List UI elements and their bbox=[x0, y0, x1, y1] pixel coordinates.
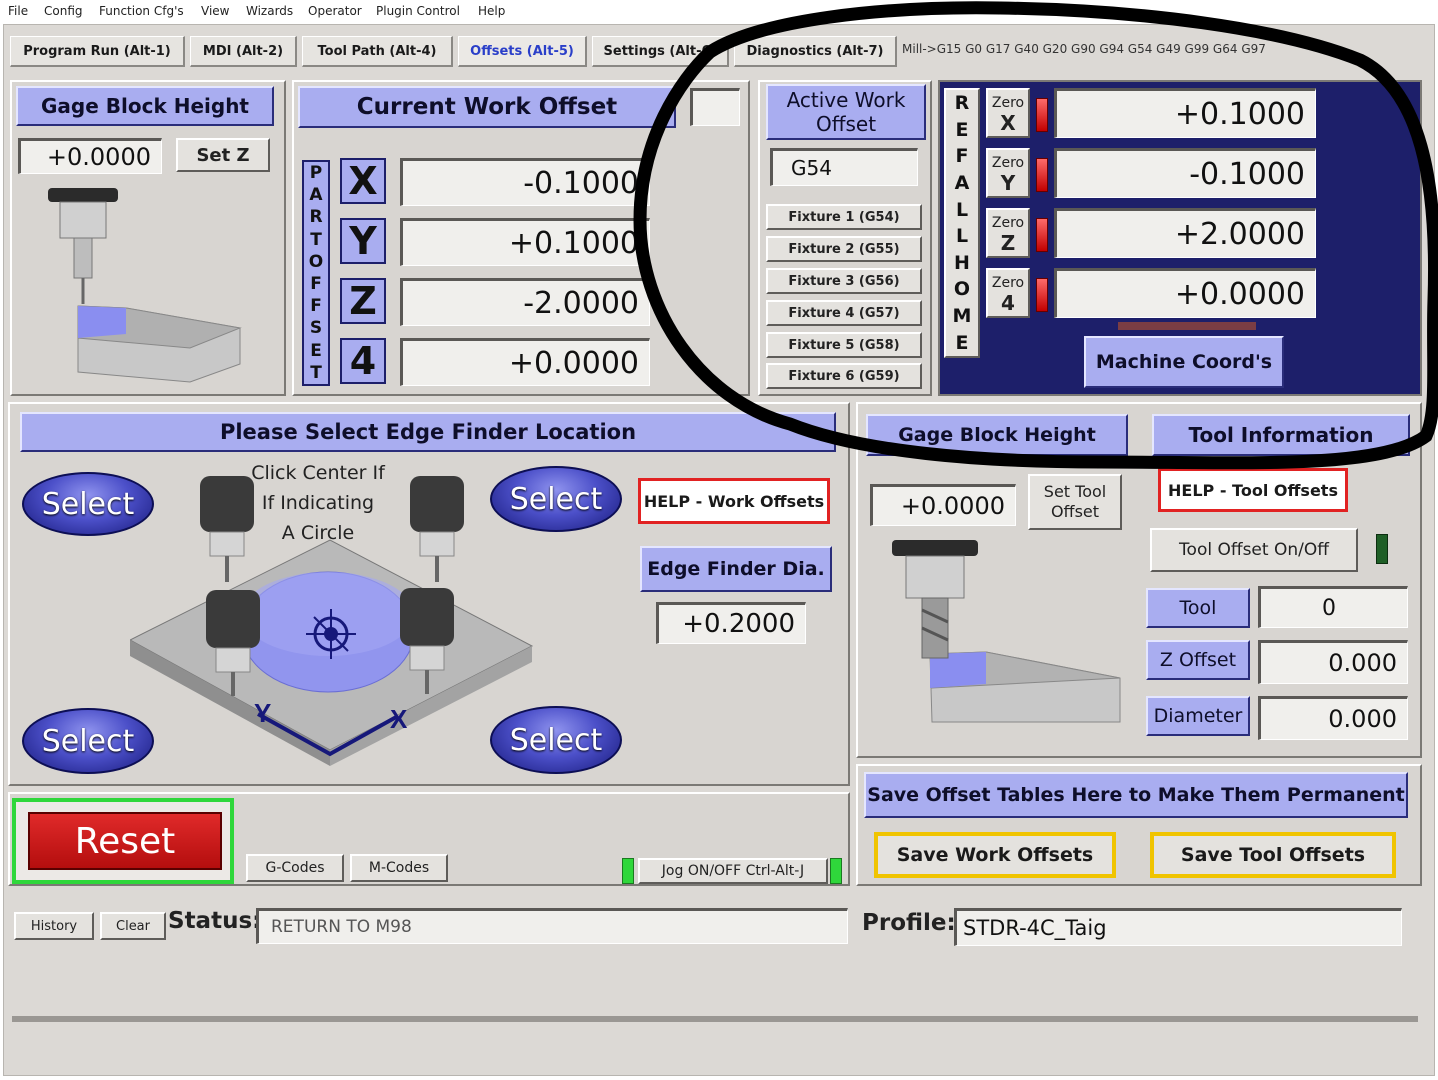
annotation-circle bbox=[633, 1, 1438, 470]
